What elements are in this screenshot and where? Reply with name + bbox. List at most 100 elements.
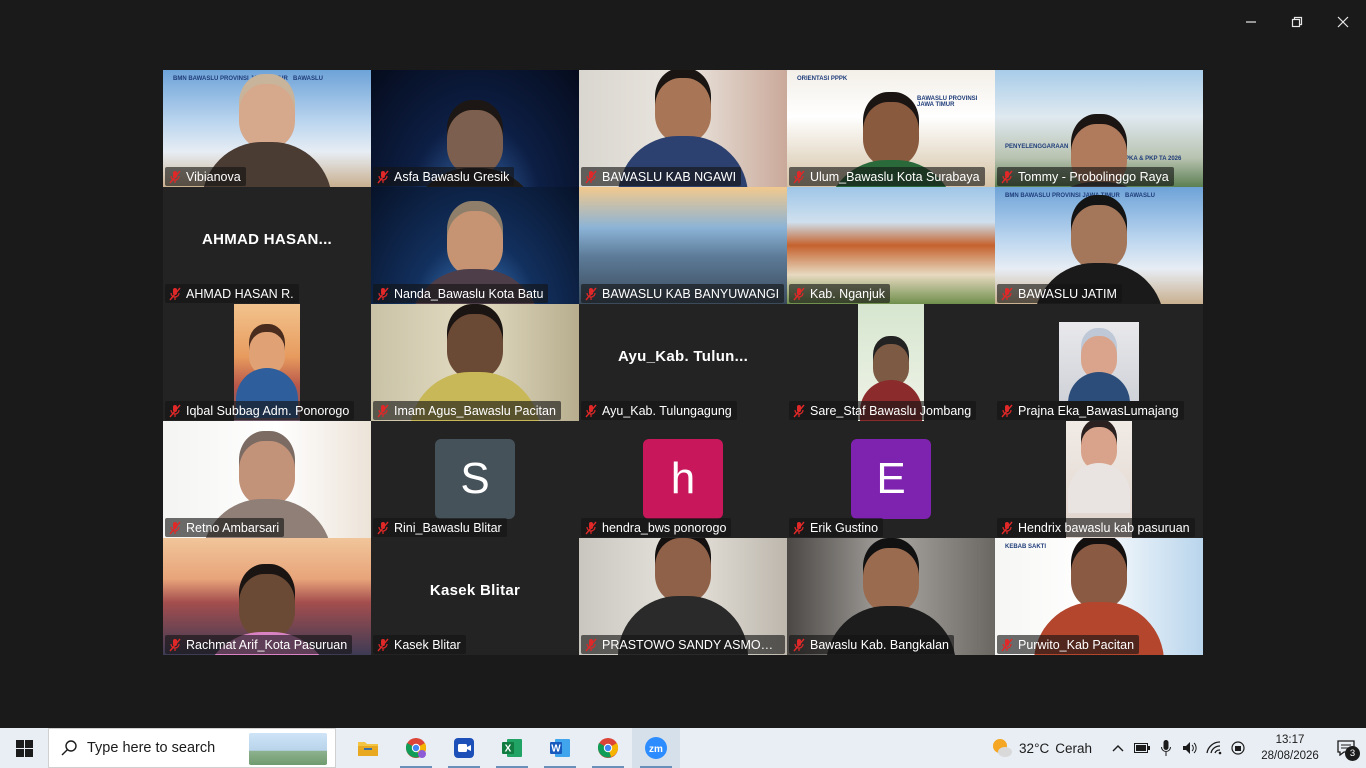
participant-tile[interactable]: BAWASLU KAB NGAWI (579, 70, 787, 187)
file-explorer-app[interactable] (344, 728, 392, 768)
avatar-letter: E (876, 454, 906, 503)
volume-button[interactable] (1178, 728, 1202, 768)
search-placeholder: Type here to search (87, 740, 216, 756)
participant-name: Rini_Bawaslu Blitar (394, 520, 502, 535)
participant-tile[interactable]: Imam Agus_Bawaslu Pacitan (371, 304, 579, 421)
zoom-app[interactable]: zm (632, 728, 680, 768)
participant-tile[interactable]: Retno Ambarsari (163, 421, 371, 538)
svg-text:W: W (551, 744, 561, 755)
participant-name-label: Erik Gustino (789, 518, 884, 537)
participant-avatar: E (851, 439, 931, 519)
participant-tile[interactable]: S Rini_Bawaslu Blitar (371, 421, 579, 538)
participant-name: Prajna Eka_BawasLumajang (1018, 403, 1179, 418)
globe-icon (1231, 741, 1245, 755)
participant-tile[interactable]: AHMAD HASAN... AHMAD HASAN R. (163, 187, 371, 304)
participant-name-label: Vibianova (165, 167, 246, 186)
participant-tile[interactable]: h hendra_bws ponorogo (579, 421, 787, 538)
muted-mic-icon (377, 638, 389, 652)
participant-tile[interactable]: Ayu_Kab. Tulun... Ayu_Kab. Tulungagung (579, 304, 787, 421)
participant-name: Imam Agus_Bawaslu Pacitan (394, 403, 556, 418)
weather-widget[interactable]: 32°C Cerah (991, 737, 1092, 759)
participant-tile[interactable]: Kab. Nganjuk (787, 187, 995, 304)
taskbar-clock[interactable]: 13:17 28/08/2026 (1254, 732, 1326, 764)
sun-cloud-icon (993, 739, 1013, 757)
participant-name: Kasek Blitar (394, 637, 461, 652)
participant-tile[interactable]: BMN BAWASLU PROVINSI JAWA TIMUR BAWASLU BA… (995, 187, 1203, 304)
participant-video (1059, 322, 1139, 401)
participant-tile[interactable]: E Erik Gustino (787, 421, 995, 538)
search-icon (61, 740, 77, 756)
close-button[interactable] (1320, 0, 1366, 44)
minimize-icon (1246, 21, 1256, 23)
participant-tile[interactable]: Nanda_Bawaslu Kota Batu (371, 187, 579, 304)
microphone-button[interactable] (1154, 728, 1178, 768)
participant-display-name: AHMAD HASAN... (201, 231, 333, 248)
participant-tile[interactable]: KEBAB SAKTI Purwito_Kab Pacitan (995, 538, 1203, 655)
notifications-button[interactable]: 3 (1326, 728, 1366, 768)
participant-name: Asfa Bawaslu Gresik (394, 169, 510, 184)
participant-tile[interactable]: Hendrix bawaslu kab pasuruan (995, 421, 1203, 538)
participant-name-label: Kasek Blitar (373, 635, 466, 654)
microphone-icon (1161, 740, 1171, 756)
muted-mic-icon (585, 287, 597, 301)
participant-tile[interactable]: Asfa Bawaslu Gresik (371, 70, 579, 187)
vpn-button[interactable] (1226, 728, 1250, 768)
excel-app[interactable]: X (488, 728, 536, 768)
banner-text: BMN BAWASLU PROVINSI JAWA TIMUR (173, 76, 288, 82)
participant-tile[interactable]: BMN BAWASLU PROVINSI JAWA TIMUR BAWASLU Vi… (163, 70, 371, 187)
participant-name: Purwito_Kab Pacitan (1018, 637, 1135, 652)
participant-tile[interactable]: Rachmat Arif_Kota Pasuruan (163, 538, 371, 655)
battery-button[interactable] (1130, 728, 1154, 768)
participant-name-label: BAWASLU JATIM (997, 284, 1122, 303)
word-app[interactable]: W (536, 728, 584, 768)
participant-name-label: Nanda_Bawaslu Kota Batu (373, 284, 549, 303)
participant-tile[interactable]: PRASTOWO SANDY ASMORO... (579, 538, 787, 655)
minimize-button[interactable] (1228, 0, 1274, 44)
show-hidden-icons-button[interactable] (1106, 728, 1130, 768)
participant-name-label: BAWASLU KAB NGAWI (581, 167, 742, 186)
folder-icon (358, 742, 378, 756)
participant-tile[interactable]: Sare_Staf Bawaslu Jombang (787, 304, 995, 421)
system-tray: 32°C Cerah 13:17 28/08/2026 3 (991, 728, 1366, 768)
participant-name-label: Asfa Bawaslu Gresik (373, 167, 515, 186)
muted-mic-icon (585, 170, 597, 184)
zoom-meetings-app[interactable] (440, 728, 488, 768)
participant-name: BAWASLU JATIM (1018, 286, 1117, 301)
participant-tile[interactable]: Bawaslu Kab. Bangkalan (787, 538, 995, 655)
restore-button[interactable] (1274, 0, 1320, 44)
participant-name-label: PRASTOWO SANDY ASMORO... (581, 635, 785, 654)
participant-tile[interactable]: Iqbal Subbag Adm. Ponorogo (163, 304, 371, 421)
taskbar-apps: X W zm (344, 728, 680, 768)
muted-mic-icon (169, 170, 181, 184)
participant-name: Iqbal Subbag Adm. Ponorogo (186, 403, 350, 418)
zoom-meetings-icon (454, 738, 474, 758)
network-button[interactable] (1202, 728, 1226, 768)
zoom-icon: zm (645, 737, 667, 759)
participant-name-label: Ulum_Bawaslu Kota Surabaya (789, 167, 985, 186)
muted-mic-icon (1001, 287, 1013, 301)
taskbar-search[interactable]: Type here to search (48, 728, 336, 768)
start-button[interactable] (0, 728, 48, 768)
muted-mic-icon (793, 521, 805, 535)
participant-tile[interactable]: Kasek Blitar Kasek Blitar (371, 538, 579, 655)
muted-mic-icon (377, 404, 389, 418)
muted-mic-icon (793, 404, 805, 418)
participant-name-label: Imam Agus_Bawaslu Pacitan (373, 401, 561, 420)
muted-mic-icon (585, 638, 597, 652)
participant-tile[interactable]: BAWASLU KAB BANYUWANGI (579, 187, 787, 304)
chrome-app[interactable] (584, 728, 632, 768)
excel-icon: X (502, 739, 522, 757)
muted-mic-icon (1001, 638, 1013, 652)
participant-name: Ayu_Kab. Tulungagung (602, 403, 732, 418)
clock-time: 13:17 (1275, 734, 1305, 746)
chevron-up-icon (1112, 745, 1124, 752)
participant-tile[interactable]: Prajna Eka_BawasLumajang (995, 304, 1203, 421)
participant-name-label: Prajna Eka_BawasLumajang (997, 401, 1184, 420)
participant-name-label: hendra_bws ponorogo (581, 518, 732, 537)
participant-tile[interactable]: PENYELENGGARAAN PKA & PKP TA 2026 Tommy - … (995, 70, 1203, 187)
participant-name: Hendrix bawaslu kab pasuruan (1018, 520, 1190, 535)
participant-tile[interactable]: ORIENTASI PPPK BAWASLU PROVINSI JAWA TIMU… (787, 70, 995, 187)
muted-mic-icon (169, 638, 181, 652)
chrome-profile-app[interactable] (392, 728, 440, 768)
muted-mic-icon (377, 170, 389, 184)
